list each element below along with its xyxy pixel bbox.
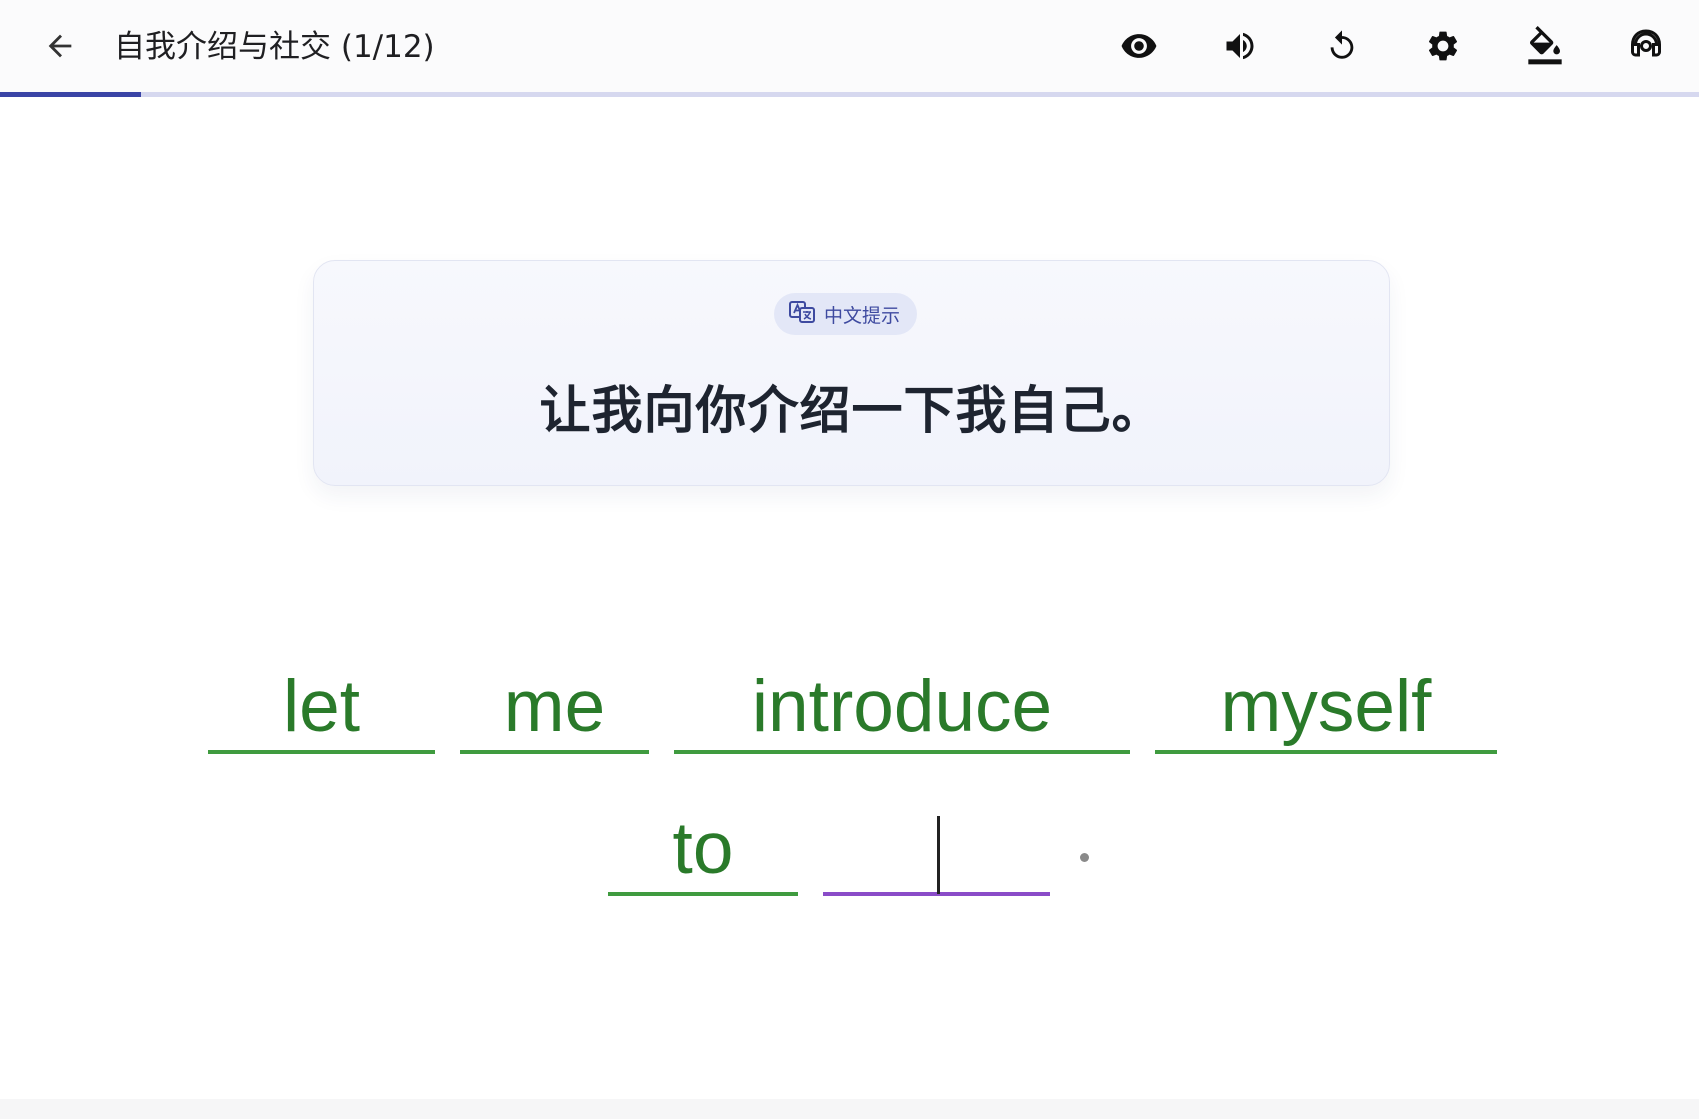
word-slot-6-active[interactable] <box>823 808 1054 896</box>
back-button[interactable] <box>34 22 86 74</box>
reset-icon <box>1325 29 1359 67</box>
arrow-back-icon <box>43 29 77 67</box>
word-slot-text: let <box>282 666 361 747</box>
hint-sentence: 让我向你介绍一下我自己。 <box>539 382 1164 441</box>
word-slot-text: to <box>672 808 734 889</box>
settings-icon <box>1425 28 1461 68</box>
theme-color-button[interactable] <box>1519 22 1571 74</box>
settings-button[interactable] <box>1417 22 1469 74</box>
text-caret <box>937 816 940 894</box>
play-audio-button[interactable] <box>1214 22 1266 74</box>
word-slot-5[interactable]: to <box>608 808 798 896</box>
top-app-bar: 自我介绍与社交 (1/12) <box>0 0 1699 97</box>
word-slot-2[interactable]: me <box>460 666 649 754</box>
paint-bucket-icon <box>1525 26 1565 70</box>
support-button[interactable] <box>1620 22 1672 74</box>
word-slot-4[interactable]: myself <box>1155 666 1497 754</box>
volume-icon <box>1222 28 1258 68</box>
dictation-screen: 自我介绍与社交 (1/12) 中文提示 让我向你介绍一下我自己。 let me … <box>0 0 1699 1119</box>
lesson-progress-bar <box>0 92 1699 97</box>
sentence-period <box>1080 853 1089 862</box>
show-answer-button[interactable] <box>1113 22 1165 74</box>
hint-badge-label: 中文提示 <box>824 304 901 327</box>
word-slot-text: introduce <box>751 666 1053 747</box>
translate-icon <box>789 300 815 328</box>
bottom-edge <box>0 1099 1699 1119</box>
lesson-progress-fill <box>0 92 142 97</box>
page-title: 自我介绍与社交 (1/12) <box>114 29 435 65</box>
hint-card: 中文提示 让我向你介绍一下我自己。 <box>313 260 1390 486</box>
word-slot-text: myself <box>1220 666 1432 747</box>
chinese-hint-badge: 中文提示 <box>774 293 918 335</box>
word-slot-1[interactable]: let <box>208 666 435 754</box>
word-slot-3[interactable]: introduce <box>674 666 1130 754</box>
eye-icon <box>1120 27 1158 69</box>
word-slot-text: me <box>503 666 606 747</box>
reset-button[interactable] <box>1316 22 1368 74</box>
headset-icon <box>1628 28 1664 68</box>
